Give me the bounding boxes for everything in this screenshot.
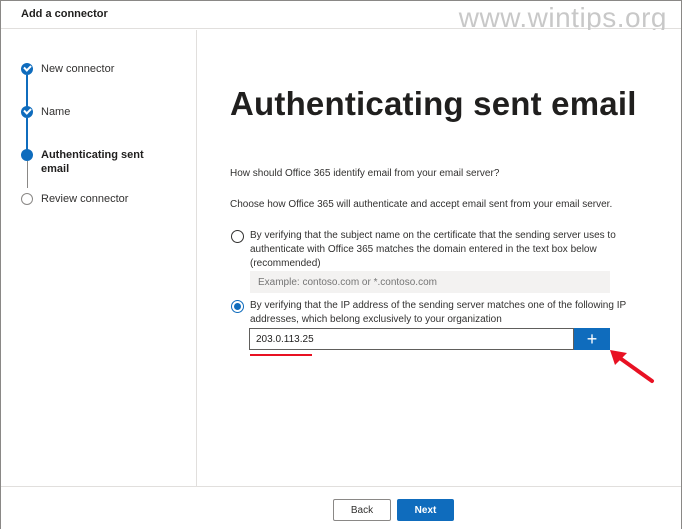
annotation-arrow-icon [610, 350, 654, 383]
ip-address-input[interactable] [249, 328, 574, 350]
instruction-text: Choose how Office 365 will authenticate … [230, 199, 613, 210]
ip-option-label[interactable]: By verifying that the IP address of the … [250, 299, 640, 327]
next-button[interactable]: Next [397, 499, 454, 521]
certificate-option-label[interactable]: By verifying that the subject name on th… [250, 229, 630, 271]
check-circle-icon [21, 106, 33, 118]
annotation-underline [250, 354, 312, 356]
current-step-dot-icon [21, 149, 33, 161]
step-new-connector[interactable]: New connector [1, 61, 197, 101]
dialog-title: Add a connector [21, 8, 108, 20]
add-ip-button[interactable]: + [574, 328, 610, 350]
certificate-option-radio[interactable] [231, 230, 244, 243]
step-label: Authenticating sent email [41, 149, 144, 175]
question-text: How should Office 365 identify email fro… [230, 168, 500, 179]
step-name[interactable]: Name [1, 104, 197, 144]
dialog-footer: Back Next [1, 486, 681, 529]
dialog-window: Add a connector www.wintips.org New conn… [0, 0, 682, 529]
back-button[interactable]: Back [333, 499, 391, 521]
page-title: Authenticating sent email [230, 85, 637, 122]
step-label: Review connector [41, 193, 129, 205]
check-circle-icon [21, 63, 33, 75]
certificate-domain-input [250, 271, 610, 293]
empty-circle-icon [21, 193, 33, 205]
main-content: Authenticating sent email How should Off… [198, 30, 681, 486]
step-label: Name [41, 106, 71, 118]
wizard-steps-sidebar: New connector Name Authenticating sent e… [1, 30, 197, 486]
dialog-titlebar: Add a connector www.wintips.org [1, 1, 681, 33]
step-label: New connector [41, 63, 115, 75]
step-review-connector: Review connector [1, 191, 197, 231]
ip-option-radio[interactable] [231, 300, 244, 313]
step-authenticating-sent-email: Authenticating sent email [1, 147, 197, 187]
